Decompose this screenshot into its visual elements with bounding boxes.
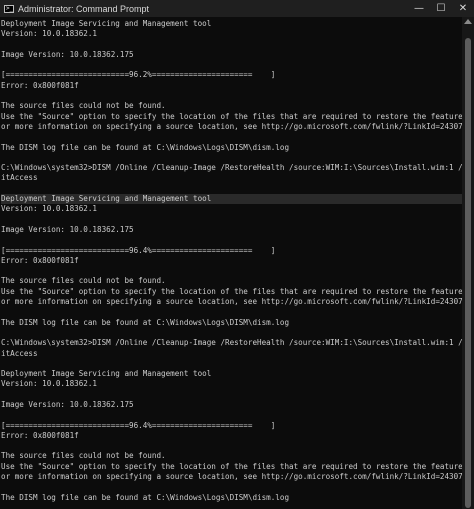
maximize-button[interactable]: ☐ — [430, 0, 452, 17]
scrollbar-thumb[interactable] — [465, 38, 471, 508]
console-line: Image Version: 10.0.18362.175 — [1, 49, 134, 59]
console-line: The DISM log file can be found at C:\Win… — [1, 142, 290, 152]
console-line: Deployment Image Servicing and Managemen… — [1, 194, 462, 205]
console-line: itAccess — [1, 348, 38, 358]
close-button[interactable]: ✕ — [452, 0, 474, 17]
console-line: Error: 0x800f081f — [1, 80, 79, 90]
console-line: Error: 0x800f081f — [1, 430, 79, 440]
console-line: Use the "Source" option to specify the l… — [1, 286, 462, 296]
command-prompt-icon: >_ — [4, 4, 14, 13]
console-output[interactable]: Deployment Image Servicing and Managemen… — [0, 17, 462, 509]
window-title: Administrator: Command Prompt — [18, 3, 150, 14]
console-line: The source files could not be found. — [1, 276, 166, 286]
console-line: or more information on specifying a sour… — [1, 121, 462, 131]
console-line: or more information on specifying a sour… — [1, 472, 462, 482]
vertical-scrollbar[interactable] — [462, 17, 474, 509]
console-line: Use the "Source" option to specify the l… — [1, 461, 462, 471]
console-line: Image Version: 10.0.18362.175 — [1, 399, 134, 409]
console-line: Version: 10.0.18362.1 — [1, 379, 98, 389]
console-line: [===========================96.4%=======… — [1, 420, 276, 430]
console-line: or more information on specifying a sour… — [1, 297, 462, 307]
console-line: Image Version: 10.0.18362.175 — [1, 224, 134, 234]
console-line: Version: 10.0.18362.1 — [1, 204, 98, 214]
console-line: itAccess — [1, 173, 38, 183]
console-line: Version: 10.0.18362.1 — [1, 29, 98, 39]
console-line: Deployment Image Servicing and Managemen… — [1, 369, 212, 379]
console-line: Deployment Image Servicing and Managemen… — [1, 19, 212, 28]
console-line: The DISM log file can be found at C:\Win… — [1, 492, 290, 502]
scroll-up-arrow-icon[interactable] — [464, 19, 472, 24]
console-line: [===========================96.2%=======… — [1, 70, 276, 80]
minimize-button[interactable]: — — [408, 0, 430, 17]
console-line: [===========================96.4%=======… — [1, 245, 276, 255]
console-line: Use the "Source" option to specify the l… — [1, 111, 462, 121]
console-line: The DISM log file can be found at C:\Win… — [1, 317, 290, 327]
console-line: The source files could not be found. — [1, 101, 166, 111]
console-line: C:\Windows\system32>DISM /Online /Cleanu… — [1, 338, 462, 348]
console-line: Error: 0x800f081f — [1, 255, 79, 265]
console-line: The source files could not be found. — [1, 451, 166, 461]
window-controls: — ☐ ✕ — [408, 0, 474, 17]
console-line: C:\Windows\system32>DISM /Online /Cleanu… — [1, 163, 462, 173]
title-bar[interactable]: >_ Administrator: Command Prompt — ☐ ✕ — [0, 0, 474, 17]
